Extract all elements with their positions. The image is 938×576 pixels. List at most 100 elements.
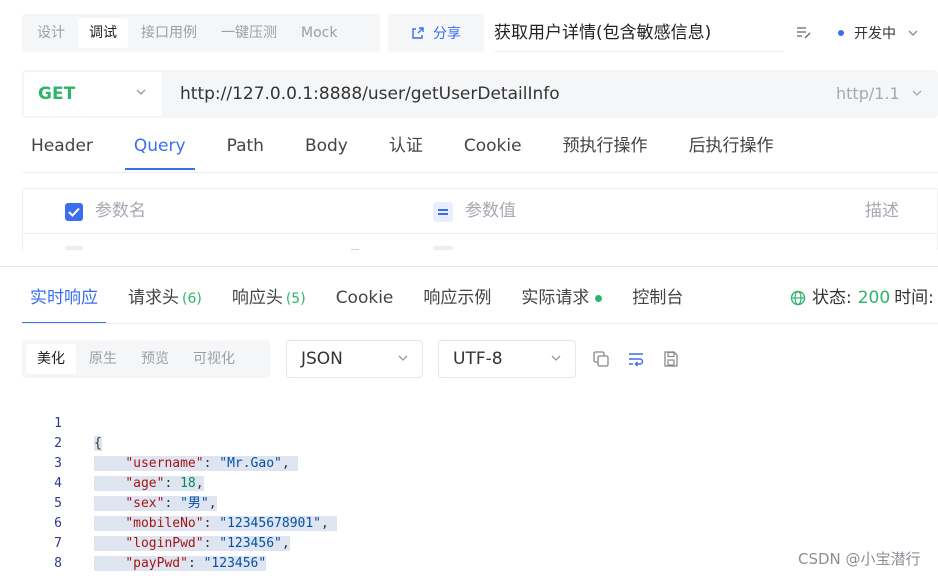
json-value: "男" <box>180 496 209 511</box>
divider <box>22 172 938 173</box>
encoding-select[interactable]: UTF-8 <box>438 340 576 378</box>
json-key: "mobileNo" <box>125 516 204 531</box>
json-value: "123456" <box>203 556 267 571</box>
wrap-lines-icon[interactable] <box>627 350 645 368</box>
status-dot <box>595 294 603 302</box>
mode-tabs: 设计 调试 接口用例 一键压测 Mock <box>22 14 380 52</box>
query-params-table: 参数名 参数值 描述 <box>22 188 938 250</box>
json-comma: , <box>281 456 290 471</box>
tab-body[interactable]: Body <box>296 124 357 168</box>
column-param-name: 参数名 <box>95 201 146 221</box>
url-bar: GET http://127.0.0.1:8888/user/getUserDe… <box>22 70 938 118</box>
tab-header[interactable]: Header <box>22 124 102 168</box>
tab-label: 请求头 <box>128 288 179 308</box>
code-line: 2 "username": "Mr.Gao", <box>40 414 298 471</box>
tab-label: 实际请求 <box>521 288 590 308</box>
tab-request-headers[interactable]: 请求头 (6) <box>120 276 210 320</box>
tab-post-script[interactable]: 后执行操作 <box>680 124 783 168</box>
mode-tab-design[interactable]: 设计 <box>26 18 76 48</box>
json-key: "payPwd" <box>125 556 188 571</box>
view-mode-tabs: 美化 原生 预览 可视化 <box>22 340 270 378</box>
tab-label: 实时响应 <box>30 288 98 308</box>
status-label: 开发中 <box>854 26 896 42</box>
code-text: "payPwd": "123456" <box>92 554 268 574</box>
code-text: "age": 18, <box>92 474 206 494</box>
tab-console[interactable]: 控制台 <box>624 276 691 320</box>
chevron-down-icon[interactable] <box>912 90 922 96</box>
count-badge: (5) <box>285 291 306 307</box>
json-key: "username" <box>125 456 204 471</box>
share-label: 分享 <box>433 26 461 42</box>
equals-icon[interactable] <box>433 202 453 222</box>
tab-response-cookie[interactable]: Cookie <box>328 276 402 320</box>
chevron-down-icon <box>551 355 561 361</box>
json-value: 18 <box>180 476 196 491</box>
edit-description-icon[interactable] <box>796 26 812 40</box>
view-tab-pretty[interactable]: 美化 <box>26 344 76 374</box>
tab-label: 响应头 <box>231 288 283 308</box>
chevron-down-icon <box>908 30 918 36</box>
tab-cookie[interactable]: Cookie <box>455 124 531 168</box>
tab-label: Cookie <box>335 288 394 308</box>
tab-actual-request[interactable]: 实际请求 <box>513 276 610 320</box>
method-select[interactable]: GET <box>24 72 162 116</box>
row-checkbox[interactable] <box>65 246 83 250</box>
code-line: 7 "payPwd": "123456" <box>40 514 267 571</box>
url-input[interactable]: http://127.0.0.1:8888/user/getUserDetail… <box>180 70 560 118</box>
mode-tab-mock[interactable]: Mock <box>290 18 348 48</box>
code-text: "loginPwd": "123456", <box>92 534 292 554</box>
tab-label: 控制台 <box>632 288 684 308</box>
response-status: 状态: 200 时间: <box>790 276 934 320</box>
code-line: 6 "loginPwd": "123456", <box>40 494 290 551</box>
code-line: 1 { <box>40 394 102 451</box>
view-tab-preview[interactable]: 预览 <box>130 344 180 374</box>
chevron-down-icon <box>136 89 146 95</box>
tab-response-example[interactable]: 响应示例 <box>415 276 499 320</box>
method-label: GET <box>38 84 76 104</box>
mode-tab-stress[interactable]: 一键压测 <box>210 18 288 48</box>
json-comma: , <box>195 476 204 491</box>
panel-splitter[interactable] <box>0 266 938 267</box>
json-value: "123456" <box>219 536 282 551</box>
mode-tab-cases[interactable]: 接口用例 <box>130 18 208 48</box>
api-title-input[interactable]: 获取用户详情(包含敏感信息) <box>494 14 784 52</box>
json-brace: { <box>94 436 102 451</box>
code-text: { <box>92 434 104 454</box>
select-all-checkbox[interactable] <box>65 203 83 221</box>
column-param-value: 参数值 <box>465 201 516 221</box>
view-tab-raw[interactable]: 原生 <box>78 344 128 374</box>
tab-pre-script[interactable]: 预执行操作 <box>554 124 657 168</box>
json-comma: , <box>208 496 217 511</box>
code-line: 8 } <box>40 534 71 571</box>
response-body-viewer[interactable]: 1 { 2 "username": "Mr.Gao", 3 "age": 18,… <box>40 394 337 571</box>
json-key: "age" <box>125 476 165 491</box>
code-text: "username": "Mr.Gao", <box>92 454 300 474</box>
json-value: "12345678901" <box>219 516 321 531</box>
request-tabs: Header Query Path Body 认证 Cookie 预执行操作 后… <box>22 124 806 172</box>
save-icon[interactable] <box>662 350 680 368</box>
json-value: "Mr.Gao" <box>219 456 282 471</box>
code-line: 5 "mobileNo": "12345678901", <box>40 474 337 531</box>
tab-auth[interactable]: 认证 <box>380 124 432 168</box>
status-code: 200 <box>857 288 891 308</box>
table-header: 参数名 参数值 描述 <box>23 189 937 234</box>
protocol-select[interactable]: http/1.1 <box>836 70 900 118</box>
tab-response-headers[interactable]: 响应头 (5) <box>224 276 314 320</box>
format-select[interactable]: JSON <box>286 340 423 378</box>
code-line: 3 "age": 18, <box>40 434 204 491</box>
mode-tab-debug[interactable]: 调试 <box>78 18 128 48</box>
count-badge: (6) <box>182 291 202 307</box>
line-number: 8 <box>54 556 62 571</box>
json-key: "sex" <box>125 496 165 511</box>
copy-icon[interactable] <box>592 350 610 368</box>
tab-query[interactable]: Query <box>124 124 195 170</box>
status-dot <box>838 30 844 36</box>
status-select[interactable]: 开发中 <box>838 22 918 44</box>
response-tabs: 实时响应 请求头 (6) 响应头 (5) Cookie 响应示例 实际请求 控制台 <box>22 276 705 324</box>
view-tab-visualize[interactable]: 可视化 <box>182 344 246 374</box>
share-button[interactable]: 分享 <box>388 14 484 52</box>
row-equals-icon[interactable] <box>433 246 453 250</box>
tab-path[interactable]: Path <box>218 124 273 168</box>
tab-realtime-response[interactable]: 实时响应 <box>22 276 106 324</box>
column-description: 描述 <box>865 201 899 221</box>
